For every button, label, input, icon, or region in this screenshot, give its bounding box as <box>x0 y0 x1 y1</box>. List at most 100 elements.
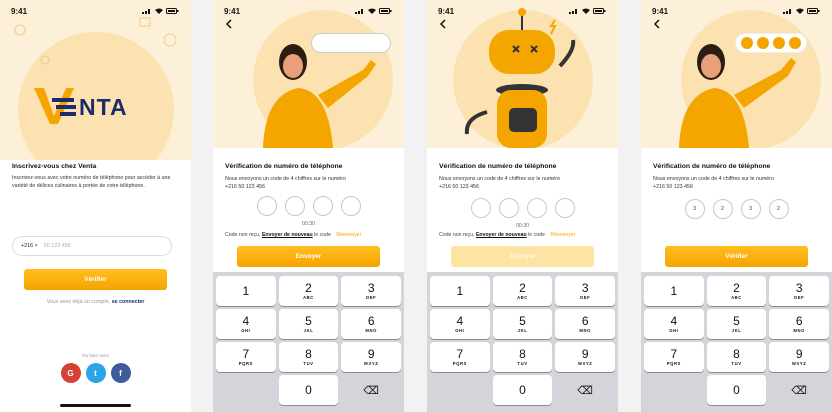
key-6[interactable]: 6 MNO <box>341 309 402 339</box>
resend-action[interactable]: Réenvoyer <box>336 232 361 238</box>
code-dot <box>789 37 801 49</box>
key-0[interactable]: 0 <box>278 375 339 405</box>
code-digit-2[interactable] <box>498 198 519 218</box>
battery-icon <box>166 8 179 14</box>
resend-link[interactable]: Envoyer de nouveau <box>476 232 527 238</box>
send-button[interactable]: Envoyer <box>237 246 380 267</box>
key-8[interactable]: 8 TUV <box>492 342 553 372</box>
key-5[interactable]: 5 JKL <box>492 309 553 339</box>
phone-input[interactable]: +216 ˅ 50 123 456 <box>12 236 172 256</box>
back-button[interactable] <box>435 16 451 32</box>
code-digit-1[interactable]: 3 <box>684 199 705 219</box>
login-prompt: Vous avez déjà un compte, se connecter <box>0 299 191 305</box>
numeric-keypad: 1 2 ABC 3 DEF 4 GHI 5 JKL 6 MNO 7 PQRS 8 TUV 9W… <box>641 272 832 412</box>
key-7[interactable]: 7 PQRS <box>216 342 276 372</box>
key-9[interactable]: 9 WXYZ <box>555 342 616 372</box>
key-7[interactable]: 7 PQRS <box>430 342 490 372</box>
country-code-select[interactable]: +216 ˅ <box>21 243 38 249</box>
key-2[interactable]: 2 ABC <box>706 276 767 306</box>
send-button-disabled[interactable]: Envoyer <box>451 246 594 267</box>
key-2[interactable]: 2 ABC <box>278 276 339 306</box>
code-entered-indicator <box>735 33 807 53</box>
countdown-timer: 00:30 <box>302 221 315 227</box>
key-0[interactable]: 0 <box>492 375 553 405</box>
key-blank <box>216 375 276 405</box>
key-4[interactable]: 4 GHI <box>644 309 704 339</box>
verify-button[interactable]: Vérifier <box>24 269 167 290</box>
key-4[interactable]: 4 GHI <box>430 309 490 339</box>
key-3[interactable]: 3 DEF <box>769 276 830 306</box>
code-digit-4[interactable]: 2 <box>768 199 789 219</box>
resend-action[interactable]: Réenvoyer <box>550 232 575 238</box>
key-1[interactable]: 1 <box>430 276 490 306</box>
key-7[interactable]: 7 PQRS <box>644 342 704 372</box>
signup-title: Inscrivez-vous chez Venta <box>12 163 97 170</box>
back-button[interactable] <box>649 16 665 32</box>
verify-description: Nous envoyons un code de 4 chiffres sur … <box>225 176 395 191</box>
battery-icon <box>593 8 606 14</box>
code-digit-2[interactable]: 2 <box>712 199 733 219</box>
social-login: G t f <box>0 363 191 383</box>
login-link[interactable]: se connecter <box>112 299 145 305</box>
facebook-icon[interactable]: f <box>110 363 131 383</box>
verify-phone-number: +216 50 123 456 <box>225 183 265 190</box>
key-1[interactable]: 1 <box>644 276 704 306</box>
code-digit-3[interactable] <box>312 196 333 216</box>
key-1[interactable]: 1 <box>216 276 276 306</box>
back-button[interactable] <box>221 16 237 32</box>
code-digit-3[interactable]: 3 <box>740 199 761 219</box>
woman-illustration <box>679 10 821 148</box>
hero-background <box>213 0 404 148</box>
code-digit-4[interactable] <box>554 198 575 218</box>
code-dot <box>757 37 769 49</box>
status-time: 9:41 <box>652 6 669 16</box>
delete-key[interactable]: ⌫ <box>555 375 615 405</box>
twitter-icon[interactable]: t <box>85 363 106 383</box>
key-6[interactable]: 6 MNO <box>555 309 616 339</box>
key-4[interactable]: 4 GHI <box>216 309 276 339</box>
venta-wordmark: NTA <box>79 94 128 120</box>
key-0[interactable]: 0 <box>706 375 767 405</box>
code-digit-4[interactable] <box>340 196 361 216</box>
signal-icon <box>783 9 791 14</box>
wifi-icon <box>796 8 804 14</box>
backspace-icon: ⌫ <box>363 384 379 397</box>
verify-title: Vérification de numéro de téléphone <box>439 163 557 170</box>
code-digit-3[interactable] <box>526 198 547 218</box>
verify-description: Nous envoyons un code de 4 chiffres sur … <box>439 176 609 191</box>
numeric-keypad: 1 2 ABC 3 DEF 4 GHI 5 JKL 6 MNO 7 PQRS 8 TUV 9W… <box>213 272 404 412</box>
delete-key[interactable]: ⌫ <box>769 375 829 405</box>
key-8[interactable]: 8 TUV <box>706 342 767 372</box>
code-digit-1[interactable] <box>470 198 491 218</box>
key-6[interactable]: 6 MNO <box>769 309 830 339</box>
resend-line: Code non reçu, Envoyer de nouveau le cod… <box>439 232 575 238</box>
key-5[interactable]: 5 JKL <box>278 309 339 339</box>
code-digit-1[interactable] <box>256 196 277 216</box>
google-icon[interactable]: G <box>60 363 81 383</box>
key-blank <box>430 375 490 405</box>
key-5[interactable]: 5 JKL <box>706 309 767 339</box>
chevron-left-icon <box>225 19 232 29</box>
delete-key[interactable]: ⌫ <box>341 375 401 405</box>
signup-screen: 9:41 NTA Inscrivez-vous chez Venta Inscr… <box>0 0 191 412</box>
code-inputs <box>427 198 618 218</box>
status-bar: 9:41 <box>0 4 191 18</box>
verify-screen-error: 9:41 Vérification de numéro de téléphone… <box>427 0 618 412</box>
backspace-icon: ⌫ <box>577 384 593 397</box>
wifi-icon <box>155 8 163 14</box>
status-bar: 9:41 <box>427 4 618 18</box>
key-9[interactable]: 9 WXYZ <box>769 342 830 372</box>
verify-button[interactable]: Vérifier <box>665 246 808 267</box>
code-digit-2[interactable] <box>284 196 305 216</box>
verify-phone-number: +216 50 123 456 <box>653 183 693 190</box>
wifi-icon <box>368 8 376 14</box>
backspace-icon: ⌫ <box>791 384 807 397</box>
key-3[interactable]: 3 DEF <box>341 276 402 306</box>
key-2[interactable]: 2 ABC <box>492 276 553 306</box>
resend-link[interactable]: Envoyer de nouveau <box>262 232 313 238</box>
key-3[interactable]: 3 DEF <box>555 276 616 306</box>
key-8[interactable]: 8 TUV <box>278 342 339 372</box>
chevron-left-icon <box>653 19 660 29</box>
key-9[interactable]: 9 WXYZ <box>341 342 402 372</box>
verify-title: Vérification de numéro de téléphone <box>653 163 771 170</box>
